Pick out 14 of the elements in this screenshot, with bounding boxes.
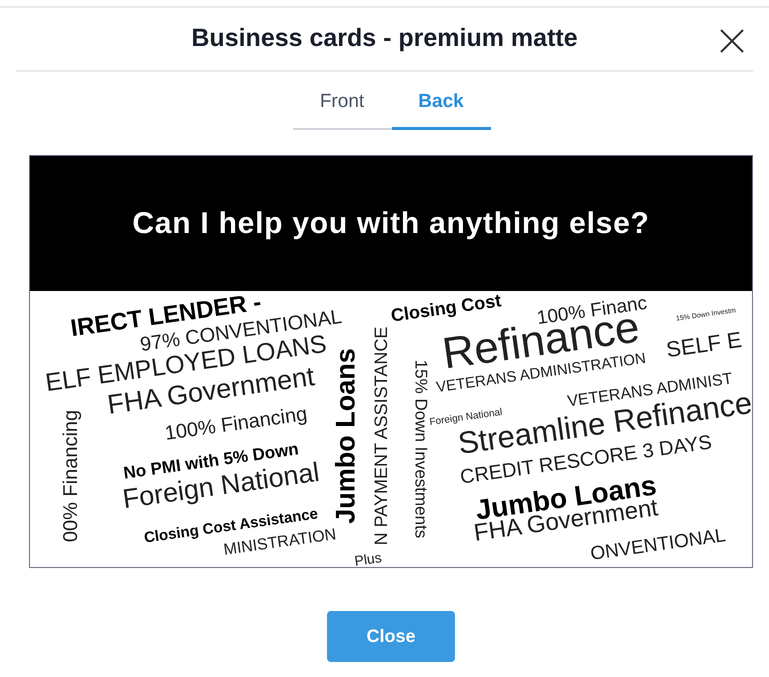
card-word: 15% Down Investments bbox=[412, 359, 430, 538]
tab[interactable]: Front bbox=[292, 88, 392, 130]
card-word: 00% Financing bbox=[61, 409, 81, 542]
dialog-title: Business cards - premium matte bbox=[191, 23, 578, 54]
card-word: Closing Cost bbox=[390, 290, 502, 324]
card-word: SELF E bbox=[664, 328, 744, 361]
card-headline: Can I help you with anything else? bbox=[132, 206, 650, 242]
card-word: Jumbo Loans bbox=[332, 348, 360, 524]
close-button[interactable]: Close bbox=[327, 610, 455, 662]
card-word: N PAYMENT ASSISTANCE bbox=[372, 326, 390, 545]
card-word: 100% Financing bbox=[164, 404, 308, 444]
tab[interactable]: Back bbox=[392, 88, 490, 130]
close-icon[interactable] bbox=[719, 28, 745, 54]
card-word: Plus bbox=[354, 550, 382, 566]
